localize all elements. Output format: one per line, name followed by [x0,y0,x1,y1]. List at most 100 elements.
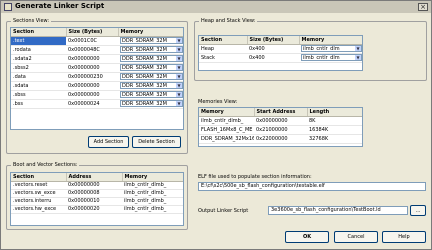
heap-memory-cell: ilmb_cntlr_dlm ▼ [299,44,362,54]
boot-vector-table: Section Address Memory .vectors.reset 0x0… [10,172,184,226]
column-header-length[interactable]: Length [307,108,362,117]
boot-section-cell[interactable]: .vectors.reset [11,181,66,190]
section-memory-dropdown[interactable]: DDR_SDRAM_32M ▼ [120,73,183,80]
boot-memory-cell: ilmb_cntlr_dlmb_ [122,205,183,214]
memory-length-cell: 32768K [307,134,362,144]
cancel-button[interactable]: Cancel [334,231,378,243]
table-row[interactable]: .sbss 0x00000000 DDR_SDRAM_32M ▼ [11,90,183,100]
heap-section-cell[interactable]: Stack [199,53,247,63]
chevron-down-icon[interactable]: ▼ [176,38,182,43]
section-name-cell[interactable]: .sbss [11,90,66,100]
heap-stack-label: Heap and Stack View: [199,18,258,24]
section-name-cell[interactable]: .bss [11,99,66,109]
boot-section-cell[interactable]: .vectors.hw_exce [11,205,66,214]
close-button[interactable]: × [418,3,428,11]
chevron-down-icon[interactable]: ▼ [176,65,182,70]
elf-file-label: ELF file used to populate section inform… [198,174,312,180]
table-row[interactable]: .sbss2 0x00000000 DDR_SDRAM_32M ▼ [11,63,183,73]
column-header-size[interactable]: Size (Bytes) [66,28,119,37]
section-memory-dropdown[interactable]: DDR_SDRAM_32M ▼ [120,64,183,71]
boot-section-cell[interactable]: .vectors.interru [11,197,66,206]
table-row[interactable]: Stack 0x400 ilmb_cntlr_dlm ▼ [199,53,362,63]
table-row[interactable]: ilmb_cntlr_dlmb_ 0x00000000 8K [199,116,362,126]
table-row[interactable]: .sdata 0x00000000 DDR_SDRAM_32M ▼ [11,81,183,91]
column-header-section[interactable]: Section [199,36,248,45]
table-row[interactable]: .text 0x0001C0C DDR_SDRAM_32M ▼ [11,36,183,46]
section-name-cell[interactable]: .sdata2 [11,54,66,64]
section-memory-dropdown[interactable]: DDR_SDRAM_32M ▼ [120,82,183,89]
chevron-down-icon[interactable]: ▼ [355,46,361,51]
boot-memory-cell: ilmb_cntlr_dlmb_ [122,189,183,198]
section-memory-dropdown[interactable]: DDR_SDRAM_32M ▼ [120,46,183,53]
boot-address-cell: 0x00000000 [66,181,122,190]
section-memory-cell: DDR_SDRAM_32M ▼ [118,45,183,55]
chevron-down-icon[interactable]: ▼ [176,47,182,52]
table-row[interactable]: .vectors.hw_exce 0x00000020 ilmb_cntlr_dlm… [11,205,183,214]
help-button[interactable]: Help [382,231,426,243]
section-memory-dropdown[interactable]: DDR_SDRAM_32M ▼ [120,55,183,62]
delete-section-button[interactable]: Delete Section [132,136,181,148]
elf-file-field[interactable]: E:\cf\s2c\500e_sb_flash_configuration\te… [198,182,426,191]
heap-section-cell[interactable]: Heap [199,44,247,54]
section-memory-value: DDR_SDRAM_32M [122,64,167,71]
app-icon [4,3,12,11]
output-linker-script-field[interactable]: 3e3600e_sb_flash_configuration\TestBoot.… [268,206,408,215]
table-row[interactable]: .sdata2 0x00000000 DDR_SDRAM_32M ▼ [11,54,183,64]
boot-section-cell[interactable]: .vectors.sw_exce [11,189,66,198]
column-header-memory[interactable]: Memory [122,173,183,182]
table-row[interactable]: DDR_SDRAM_32Mx16 0x22000000 32768K [199,134,362,144]
browse-button[interactable]: ... [410,205,426,216]
section-size-cell: 0x00000000 [66,63,118,73]
chevron-down-icon[interactable]: ▼ [176,101,182,106]
table-row[interactable]: Heap 0x400 ilmb_cntlr_dlm ▼ [199,44,362,54]
sections-view-label: Sections View: [11,18,52,24]
column-header-section[interactable]: Section [11,173,67,182]
heap-size-cell[interactable]: 0x400 [247,53,299,63]
chevron-down-icon[interactable]: ▼ [176,74,182,79]
table-row[interactable]: .data 0x000000230 DDR_SDRAM_32M ▼ [11,72,183,82]
heap-memory-value: ilmb_cntlr_dlm [303,45,340,52]
column-header-section[interactable]: Section [11,28,67,37]
heap-memory-dropdown[interactable]: ilmb_cntlr_dlm ▼ [301,45,362,52]
chevron-down-icon[interactable]: ▼ [176,56,182,61]
title-bar[interactable]: Generate Linker Script × [1,1,431,13]
column-header-memory[interactable]: Memory [199,108,255,117]
section-size-cell: 0x0001C0C [66,36,118,46]
column-header-start-address[interactable]: Start Address [254,108,308,117]
section-size-cell: 0x0000048C [66,45,118,55]
boot-address-cell: 0x00000020 [66,205,122,214]
section-memory-cell: DDR_SDRAM_32M ▼ [118,99,183,109]
chevron-down-icon[interactable]: ▼ [355,55,361,60]
table-row[interactable]: .vectors.sw_exce 0x00000008 ilmb_cntlr_dlm… [11,189,183,198]
heap-memory-dropdown[interactable]: ilmb_cntlr_dlm ▼ [301,54,362,61]
chevron-down-icon[interactable]: ▼ [176,92,182,97]
add-section-button[interactable]: Add Section [88,136,129,148]
ok-button[interactable]: OK [285,231,329,243]
table-row[interactable]: FLASH_16Mx8_C_ME 0x21000000 16384K [199,125,362,135]
table-row[interactable]: .vectors.reset 0x00000000 ilmb_cntlr_dlmb_ [11,181,183,190]
boot-vector-label: Boot and Vector Sections: [11,162,80,168]
heap-size-cell[interactable]: 0x400 [247,44,299,54]
column-header-memory[interactable]: Memory [299,36,362,45]
section-name-cell[interactable]: .text [11,36,66,46]
output-linker-script-label: Output Linker Script [198,208,249,214]
section-name-cell[interactable]: .sdata [11,81,66,91]
window-title: Generate Linker Script [15,2,105,10]
column-header-size[interactable]: Size (Bytes) [247,36,300,45]
section-name-cell[interactable]: .rodata [11,45,66,55]
table-row[interactable]: .vectors.interru 0x00000010 ilmb_cntlr_dlm… [11,197,183,206]
section-size-cell: 0x000000230 [66,72,118,82]
chevron-down-icon[interactable]: ▼ [176,83,182,88]
column-header-memory[interactable]: Memory [118,28,183,37]
section-memory-dropdown[interactable]: DDR_SDRAM_32M ▼ [120,91,183,98]
section-memory-dropdown[interactable]: DDR_SDRAM_32M ▼ [120,100,183,107]
column-header-address[interactable]: Address [66,173,123,182]
section-memory-dropdown[interactable]: DDR_SDRAM_32M ▼ [120,37,183,44]
section-name-cell[interactable]: .sbss2 [11,63,66,73]
section-name-cell[interactable]: .data [11,72,66,82]
section-size-cell: 0x00000000 [66,54,118,64]
memory-name-cell: FLASH_16Mx8_C_ME [199,125,254,135]
heap-memory-value: ilmb_cntlr_dlm [303,54,340,61]
table-row[interactable]: .rodata 0x0000048C DDR_SDRAM_32M ▼ [11,45,183,55]
table-row[interactable]: .bss 0x00000024 DDR_SDRAM_32M ▼ [11,99,183,109]
